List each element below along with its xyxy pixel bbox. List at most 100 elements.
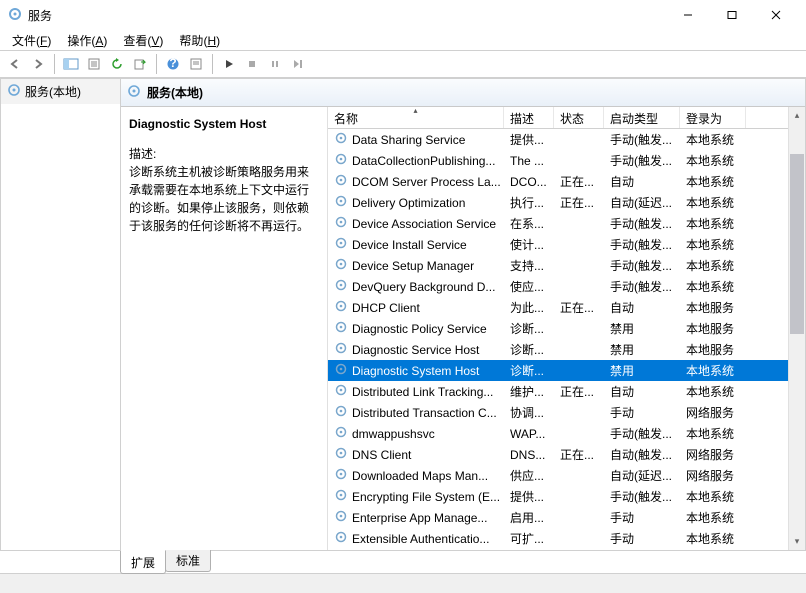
col-header-desc[interactable]: 描述 — [504, 107, 554, 128]
cell-startup: 自动 — [604, 299, 680, 316]
service-list: 名称▴ 描述 状态 启动类型 登录为 Data Sharing Service提… — [327, 107, 788, 550]
tabs-bar: 扩展 标准 — [0, 551, 806, 573]
close-button[interactable] — [754, 1, 798, 29]
service-row[interactable]: DNS ClientDNS...正在...自动(触发...网络服务 — [328, 444, 788, 465]
tab-extended[interactable]: 扩展 — [120, 550, 166, 574]
service-row[interactable]: Device Association Service在系...手动(触发...本… — [328, 213, 788, 234]
menu-action[interactable]: 操作(A) — [59, 30, 115, 51]
cell-name: Downloaded Maps Man... — [328, 467, 504, 484]
right-pane: 服务(本地) Diagnostic System Host 描述: 诊断系统主机… — [121, 79, 805, 550]
sort-asc-icon: ▴ — [413, 107, 417, 115]
refresh-button[interactable] — [106, 53, 128, 75]
toolbar-separator — [54, 54, 55, 74]
cell-name: Extensible Authenticatio... — [328, 530, 504, 547]
cell-logon: 本地服务 — [680, 341, 746, 358]
tree-root-services[interactable]: 服务(本地) — [1, 79, 120, 104]
service-gear-icon — [334, 236, 348, 253]
menu-view[interactable]: 查看(V) — [115, 30, 171, 51]
export-list-button[interactable] — [129, 53, 151, 75]
service-gear-icon — [334, 215, 348, 232]
cell-startup: 手动(触发... — [604, 488, 680, 505]
col-header-logon[interactable]: 登录为 — [680, 107, 746, 128]
service-gear-icon — [334, 530, 348, 547]
detail-panel: Diagnostic System Host 描述: 诊断系统主机被诊断策略服务… — [121, 107, 327, 550]
service-row[interactable]: Diagnostic Service Host诊断...禁用本地服务 — [328, 339, 788, 360]
start-service-button[interactable] — [218, 53, 240, 75]
stop-service-button[interactable] — [241, 53, 263, 75]
service-gear-icon — [334, 152, 348, 169]
service-gear-icon — [334, 341, 348, 358]
cell-startup: 手动(触发... — [604, 425, 680, 442]
cell-logon: 本地服务 — [680, 299, 746, 316]
cell-startup: 手动 — [604, 404, 680, 421]
cell-desc: WAP... — [504, 427, 554, 441]
properties2-button[interactable] — [185, 53, 207, 75]
scroll-thumb[interactable] — [790, 154, 804, 334]
services-header-icon — [127, 84, 141, 101]
minimize-button[interactable] — [666, 1, 710, 29]
service-row[interactable]: Encrypting File System (E...提供...手动(触发..… — [328, 486, 788, 507]
cell-startup: 手动(触发... — [604, 236, 680, 253]
menu-file[interactable]: 文件(F) — [4, 30, 59, 51]
scroll-down-button[interactable]: ▾ — [789, 533, 805, 550]
cell-name: Distributed Link Tracking... — [328, 383, 504, 400]
service-row[interactable]: Device Install Service使计...手动(触发...本地系统 — [328, 234, 788, 255]
show-hide-tree-button[interactable] — [60, 53, 82, 75]
app-icon — [8, 7, 22, 24]
service-row[interactable]: Downloaded Maps Man...供应...自动(延迟...网络服务 — [328, 465, 788, 486]
cell-name: Encrypting File System (E... — [328, 488, 504, 505]
col-header-startup[interactable]: 启动类型 — [604, 107, 680, 128]
service-row[interactable]: dmwappushsvcWAP...手动(触发...本地系统 — [328, 423, 788, 444]
cell-name: Delivery Optimization — [328, 194, 504, 211]
cell-logon: 本地系统 — [680, 383, 746, 400]
maximize-button[interactable] — [710, 1, 754, 29]
scroll-track[interactable] — [789, 124, 805, 533]
service-row[interactable]: Distributed Link Tracking...维护...正在...自动… — [328, 381, 788, 402]
help-button[interactable]: ? — [162, 53, 184, 75]
scroll-up-button[interactable]: ▴ — [789, 107, 805, 124]
service-row[interactable]: Delivery Optimization执行...正在...自动(延迟...本… — [328, 192, 788, 213]
status-bar — [0, 573, 806, 593]
service-row[interactable]: Diagnostic Policy Service诊断...禁用本地服务 — [328, 318, 788, 339]
service-row[interactable]: Diagnostic System Host诊断...禁用本地系统 — [328, 360, 788, 381]
service-gear-icon — [334, 404, 348, 421]
service-row[interactable]: Extensible Authenticatio...可扩...手动本地系统 — [328, 528, 788, 549]
cell-desc: The ... — [504, 154, 554, 168]
service-row[interactable]: DataCollectionPublishing...The ...手动(触发.… — [328, 150, 788, 171]
service-row[interactable]: Data Sharing Service提供...手动(触发...本地系统 — [328, 129, 788, 150]
cell-startup: 手动(触发... — [604, 152, 680, 169]
service-row[interactable]: DHCP Client为此...正在...自动本地服务 — [328, 297, 788, 318]
forward-button[interactable] — [27, 53, 49, 75]
cell-logon: 本地系统 — [680, 362, 746, 379]
col-header-name[interactable]: 名称▴ — [328, 107, 504, 128]
cell-desc: 协调... — [504, 404, 554, 421]
pause-service-button[interactable] — [264, 53, 286, 75]
service-row[interactable]: DevQuery Background D...使应...手动(触发...本地系… — [328, 276, 788, 297]
properties-button[interactable] — [83, 53, 105, 75]
service-gear-icon — [334, 173, 348, 190]
back-button[interactable] — [4, 53, 26, 75]
cell-logon: 本地系统 — [680, 488, 746, 505]
service-row[interactable]: DCOM Server Process La...DCO...正在...自动本地… — [328, 171, 788, 192]
cell-desc: 诊断... — [504, 362, 554, 379]
service-gear-icon — [334, 299, 348, 316]
window-title: 服务 — [28, 7, 666, 24]
cell-name: DHCP Client — [328, 299, 504, 316]
restart-service-button[interactable] — [287, 53, 309, 75]
service-gear-icon — [334, 509, 348, 526]
service-gear-icon — [334, 446, 348, 463]
service-gear-icon — [334, 320, 348, 337]
vertical-scrollbar[interactable]: ▴ ▾ — [788, 107, 805, 550]
cell-logon: 本地服务 — [680, 320, 746, 337]
window-titlebar: 服务 — [0, 0, 806, 30]
service-row[interactable]: Distributed Transaction C...协调...手动网络服务 — [328, 402, 788, 423]
tab-standard[interactable]: 标准 — [165, 550, 211, 572]
menu-help[interactable]: 帮助(H) — [171, 30, 228, 51]
cell-desc: 执行... — [504, 194, 554, 211]
service-row[interactable]: Device Setup Manager支持...手动(触发...本地系统 — [328, 255, 788, 276]
cell-logon: 本地系统 — [680, 530, 746, 547]
cell-desc: 提供... — [504, 131, 554, 148]
service-row[interactable]: Enterprise App Manage...启用...手动本地系统 — [328, 507, 788, 528]
cell-startup: 自动(延迟... — [604, 467, 680, 484]
col-header-status[interactable]: 状态 — [554, 107, 604, 128]
